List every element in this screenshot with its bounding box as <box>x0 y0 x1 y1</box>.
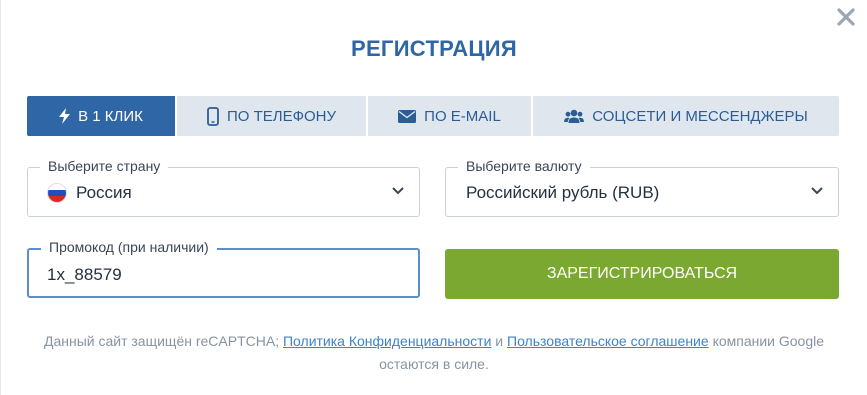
promo-label: Промокод (при наличии) <box>41 239 217 255</box>
currency-label: Выберите валюту <box>458 158 590 174</box>
notice-text-2: и <box>495 333 504 349</box>
tab-label: В 1 КЛИК <box>78 107 143 125</box>
close-button[interactable] <box>835 6 857 28</box>
country-select[interactable]: Выберите страну Россия <box>27 158 420 217</box>
tab-label: ПО E-MAIL <box>424 107 501 125</box>
register-button[interactable]: ЗАРЕГИСТРИРОВАТЬСЯ <box>445 249 839 299</box>
promo-code-input[interactable] <box>47 262 397 288</box>
tab-email[interactable]: ПО E-MAIL <box>368 96 533 136</box>
tab-social[interactable]: СОЦСЕТИ И МЕССЕНДЖЕРЫ <box>533 96 839 136</box>
tab-phone[interactable]: ПО ТЕЛЕФОНУ <box>177 96 368 136</box>
users-icon <box>564 109 585 124</box>
envelope-icon <box>398 109 417 123</box>
registration-tabs: В 1 КЛИК ПО ТЕЛЕФОНУ ПО E-MAIL СОЦСЕТИ И… <box>27 96 839 136</box>
user-agreement-link[interactable]: Пользовательское соглашение <box>507 333 709 349</box>
registration-modal: РЕГИСТРАЦИЯ В 1 КЛИК ПО ТЕЛЕФОНУ ПО E-MA… <box>0 0 867 395</box>
tab-label: СОЦСЕТИ И МЕССЕНДЖЕРЫ <box>592 107 808 125</box>
currency-select[interactable]: Выберите валюту Российский рубль (RUB) <box>445 158 839 217</box>
chevron-down-icon <box>392 187 404 195</box>
page-title: РЕГИСТРАЦИЯ <box>350 36 518 61</box>
close-icon <box>837 8 855 26</box>
tab-one-click[interactable]: В 1 КЛИК <box>27 96 177 136</box>
lightning-icon <box>59 108 71 124</box>
country-label: Выберите страну <box>40 158 169 174</box>
country-value: Россия <box>48 183 132 203</box>
tab-label: ПО ТЕЛЕФОНУ <box>226 107 337 125</box>
phone-icon <box>207 106 219 126</box>
currency-value: Российский рубль (RUB) <box>466 183 660 202</box>
promo-code-field: Промокод (при наличии) <box>27 239 420 298</box>
russia-flag-icon <box>48 184 66 202</box>
recaptcha-notice: Данный сайт защищён reCAPTCHA; Политика … <box>21 330 847 376</box>
notice-text-1: Данный сайт защищён reCAPTCHA; <box>43 333 280 349</box>
chevron-down-icon <box>811 187 823 195</box>
country-name: Россия <box>76 183 132 202</box>
privacy-policy-link[interactable]: Политика Конфиденциальности <box>283 333 491 349</box>
